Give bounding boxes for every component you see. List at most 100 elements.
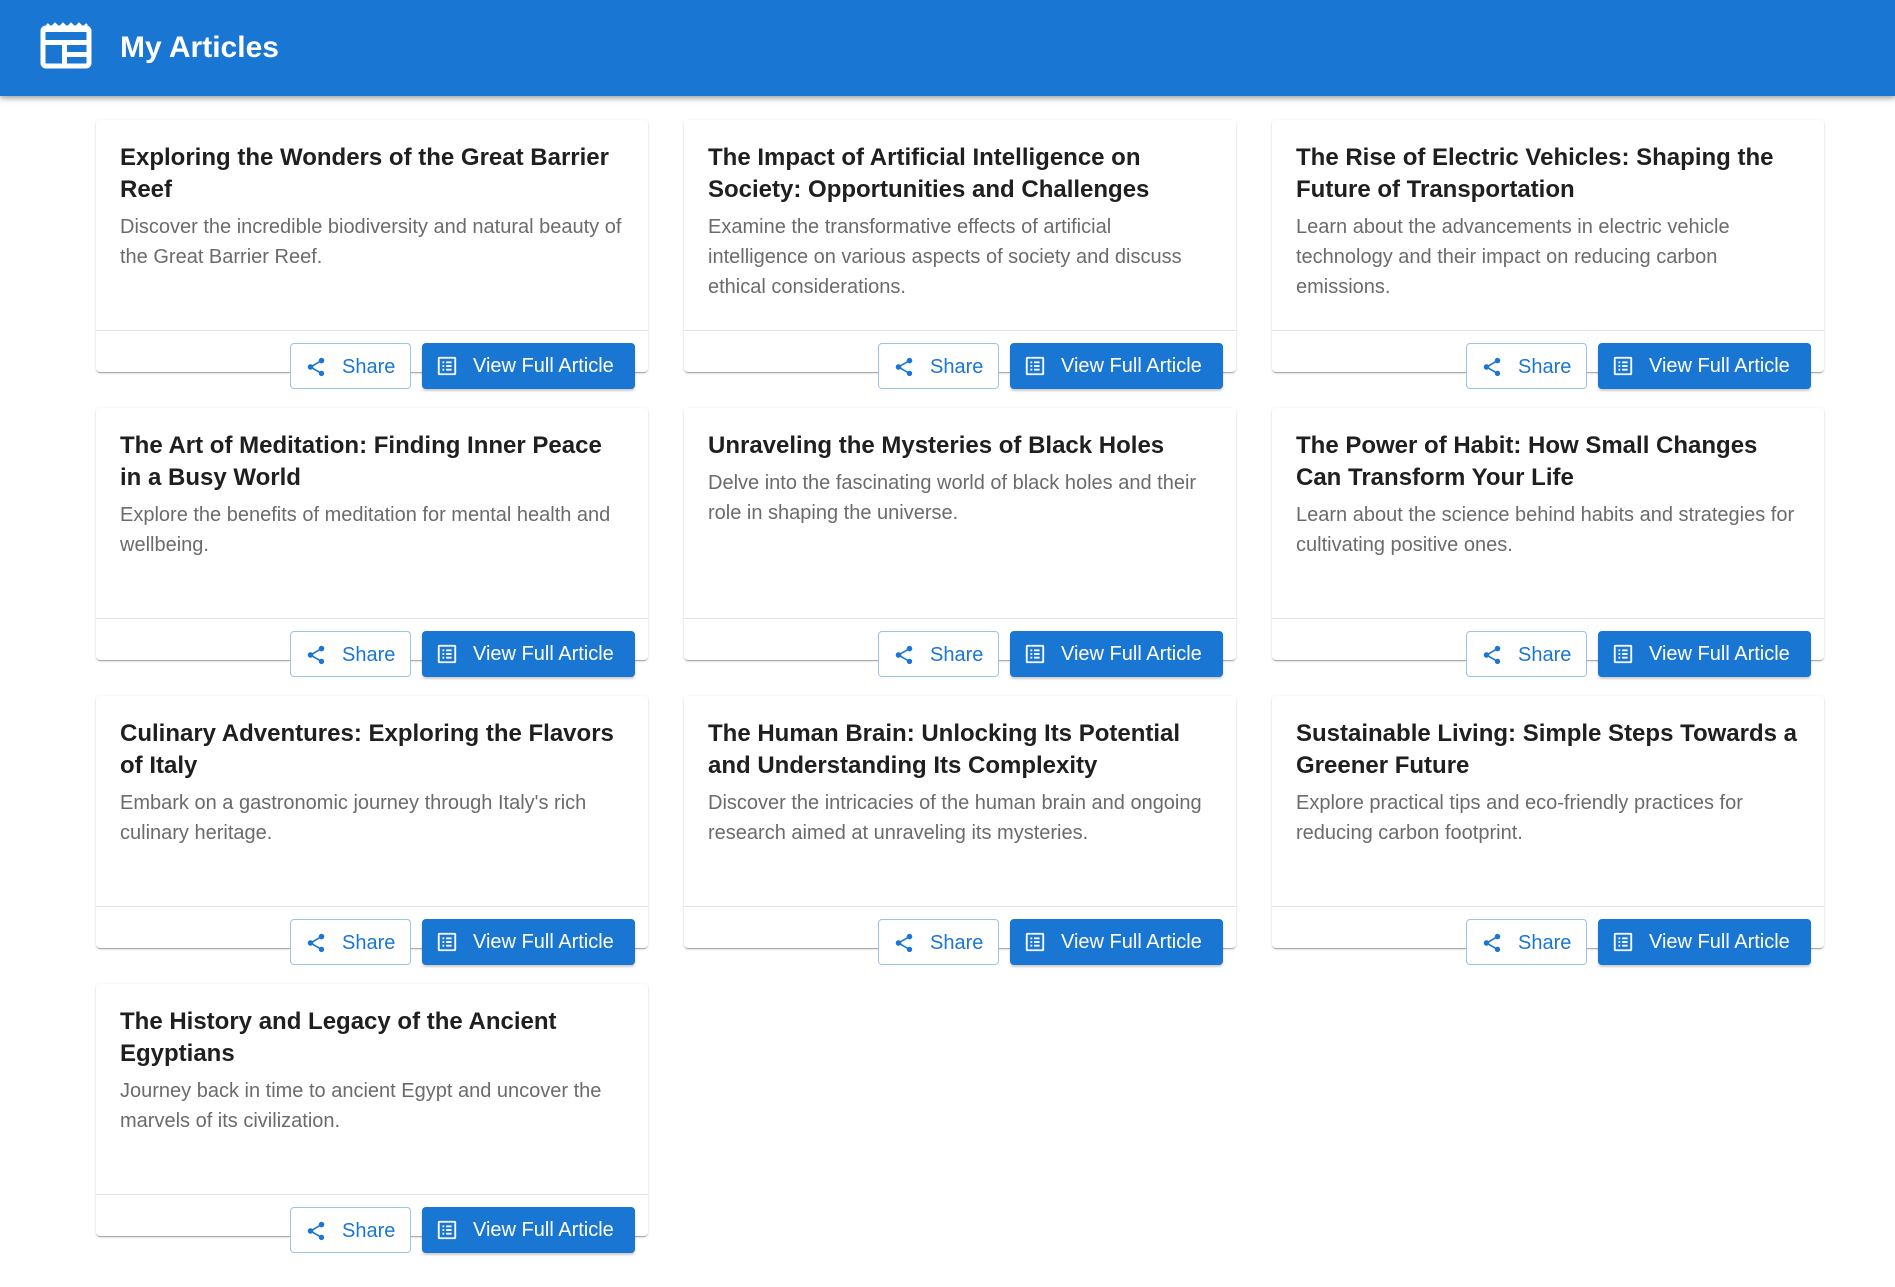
article-description: Journey back in time to ancient Egypt an…: [120, 1080, 602, 1132]
article-title: The Impact of Artificial Intelligence on…: [708, 144, 1150, 203]
share-button[interactable]: Share: [290, 1207, 411, 1253]
article-title: Sustainable Living: Simple Steps Towards…: [1296, 720, 1797, 779]
card-content: The Power of Habit: How Small Changes Ca…: [1272, 408, 1824, 618]
card-content: Unraveling the Mysteries of Black Holes …: [684, 408, 1236, 618]
newspaper-icon: [40, 22, 92, 69]
article-card: The History and Legacy of the Ancient Eg…: [96, 984, 648, 1253]
card-actions: Share View Full Article: [1272, 330, 1824, 389]
article-card: Sustainable Living: Simple Steps Towards…: [1272, 696, 1824, 965]
share-label: Share: [930, 932, 984, 954]
article-icon: [1613, 932, 1633, 952]
article-icon: [437, 932, 457, 952]
article-icon: [437, 1220, 457, 1240]
article-title: Unraveling the Mysteries of Black Holes: [708, 432, 1165, 459]
article-card: Culinary Adventures: Exploring the Flavo…: [96, 696, 648, 965]
view-full-article-button[interactable]: View Full Article: [422, 919, 635, 965]
view-full-article-label: View Full Article: [473, 643, 614, 665]
share-button[interactable]: Share: [878, 343, 999, 389]
card-content: The Impact of Artificial Intelligence on…: [684, 120, 1236, 330]
article-title: The Power of Habit: How Small Changes Ca…: [1296, 432, 1758, 491]
view-full-article-label: View Full Article: [1649, 931, 1790, 953]
card-content: The Rise of Electric Vehicles: Shaping t…: [1272, 120, 1824, 330]
article-card: The Power of Habit: How Small Changes Ca…: [1272, 408, 1824, 677]
card-actions: Share View Full Article: [96, 1194, 648, 1253]
article-description: Explore practical tips and eco-friendly …: [1296, 792, 1743, 844]
view-full-article-button[interactable]: View Full Article: [422, 343, 635, 389]
article-card: Unraveling the Mysteries of Black Holes …: [684, 408, 1236, 677]
view-full-article-label: View Full Article: [1649, 643, 1790, 665]
share-label: Share: [1518, 356, 1572, 378]
share-label: Share: [342, 644, 396, 666]
share-button[interactable]: Share: [1466, 919, 1587, 965]
article-title: The Human Brain: Unlocking Its Potential…: [708, 720, 1181, 779]
card-content: Sustainable Living: Simple Steps Towards…: [1272, 696, 1824, 906]
view-full-article-label: View Full Article: [473, 1219, 614, 1241]
share-button[interactable]: Share: [290, 631, 411, 677]
share-button[interactable]: Share: [1466, 343, 1587, 389]
view-full-article-label: View Full Article: [1649, 355, 1790, 377]
share-button[interactable]: Share: [290, 343, 411, 389]
article-title: Culinary Adventures: Exploring the Flavo…: [120, 720, 614, 779]
card-actions: Share View Full Article: [96, 906, 648, 965]
article-icon: [437, 356, 457, 376]
article-icon: [1025, 932, 1045, 952]
article-description: Embark on a gastronomic journey through …: [120, 792, 587, 844]
card-actions: Share View Full Article: [684, 618, 1236, 677]
view-full-article-button[interactable]: View Full Article: [1598, 919, 1811, 965]
share-icon: [307, 357, 325, 377]
share-icon: [1483, 645, 1501, 665]
article-description: Learn about the advancements in electric…: [1296, 216, 1730, 298]
view-full-article-label: View Full Article: [473, 931, 614, 953]
share-icon: [1483, 357, 1501, 377]
view-full-article-label: View Full Article: [1061, 355, 1202, 377]
share-icon: [307, 1221, 325, 1241]
article-description: Discover the incredible biodiversity and…: [120, 216, 622, 268]
share-label: Share: [342, 356, 396, 378]
share-label: Share: [1518, 932, 1572, 954]
article-title: Exploring the Wonders of the Great Barri…: [120, 144, 609, 203]
article-icon: [1025, 644, 1045, 664]
view-full-article-button[interactable]: View Full Article: [1010, 631, 1223, 677]
view-full-article-button[interactable]: View Full Article: [422, 1207, 635, 1253]
article-card: The Art of Meditation: Finding Inner Pea…: [96, 408, 648, 677]
share-button[interactable]: Share: [290, 919, 411, 965]
view-full-article-button[interactable]: View Full Article: [1010, 343, 1223, 389]
share-button[interactable]: Share: [1466, 631, 1587, 677]
share-icon: [307, 645, 325, 665]
article-description: Examine the transformative effects of ar…: [708, 216, 1182, 298]
article-card: The Human Brain: Unlocking Its Potential…: [684, 696, 1236, 965]
share-icon: [1483, 933, 1501, 953]
share-label: Share: [930, 644, 984, 666]
card-actions: Share View Full Article: [684, 906, 1236, 965]
share-icon: [895, 933, 913, 953]
article-title: The Art of Meditation: Finding Inner Pea…: [120, 432, 602, 491]
view-full-article-label: View Full Article: [473, 355, 614, 377]
app-bar: My Articles: [0, 0, 1895, 96]
view-full-article-label: View Full Article: [1061, 643, 1202, 665]
article-card: Exploring the Wonders of the Great Barri…: [96, 120, 648, 389]
view-full-article-button[interactable]: View Full Article: [1598, 631, 1811, 677]
article-card: The Impact of Artificial Intelligence on…: [684, 120, 1236, 389]
article-icon: [1613, 644, 1633, 664]
card-actions: Share View Full Article: [96, 330, 648, 389]
share-label: Share: [930, 356, 984, 378]
share-icon: [895, 357, 913, 377]
share-label: Share: [342, 932, 396, 954]
view-full-article-button[interactable]: View Full Article: [422, 631, 635, 677]
card-actions: Share View Full Article: [1272, 618, 1824, 677]
share-button[interactable]: Share: [878, 631, 999, 677]
articles-grid: Exploring the Wonders of the Great Barri…: [96, 120, 1824, 1253]
article-icon: [1025, 356, 1045, 376]
card-content: Culinary Adventures: Exploring the Flavo…: [96, 696, 648, 906]
card-content: The Human Brain: Unlocking Its Potential…: [684, 696, 1236, 906]
card-actions: Share View Full Article: [1272, 906, 1824, 965]
card-content: The History and Legacy of the Ancient Eg…: [96, 984, 648, 1194]
article-icon: [437, 644, 457, 664]
view-full-article-button[interactable]: View Full Article: [1598, 343, 1811, 389]
share-button[interactable]: Share: [878, 919, 999, 965]
article-icon: [1613, 356, 1633, 376]
article-card: The Rise of Electric Vehicles: Shaping t…: [1272, 120, 1824, 389]
view-full-article-button[interactable]: View Full Article: [1010, 919, 1223, 965]
view-full-article-label: View Full Article: [1061, 931, 1202, 953]
card-content: The Art of Meditation: Finding Inner Pea…: [96, 408, 648, 618]
